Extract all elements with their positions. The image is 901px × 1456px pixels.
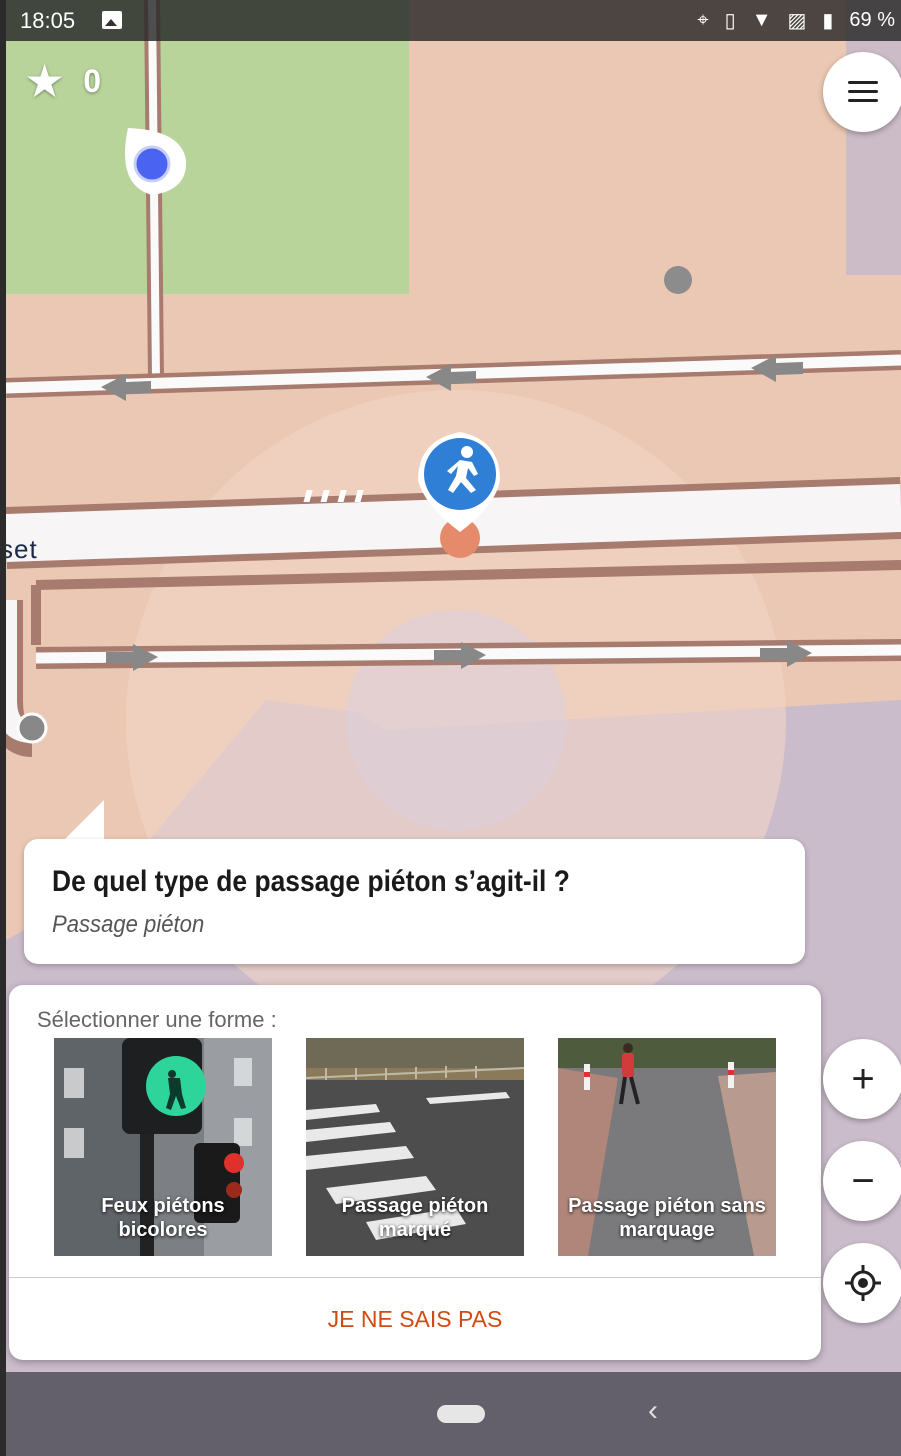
zoom-out-button[interactable]: − — [823, 1141, 901, 1221]
answer-count: 0 — [83, 62, 102, 99]
main-menu-button[interactable] — [823, 52, 901, 132]
option-label: Feux piétons bicolores — [101, 1195, 225, 1241]
building-area — [846, 0, 901, 275]
status-bar: 18:05 ⌖ ▯ ▼ ▨ ▮ 69 % — [6, 0, 901, 41]
option-unmarked-crossing[interactable]: Passage piéton sans marquage — [558, 1038, 776, 1256]
node-marker — [664, 266, 692, 294]
battery-percent: 69 % — [849, 9, 895, 31]
street-name-label: set — [6, 534, 38, 564]
minus-icon: − — [851, 1158, 875, 1203]
app-screen: 18:05 ⌖ ▯ ▼ ▨ ▮ 69 % ★ 0 set De quel typ… — [6, 0, 901, 1456]
home-button[interactable] — [437, 1405, 485, 1423]
quest-question: De quel type de passage piéton s’agit-il… — [52, 865, 570, 898]
battery-icon: ▮ — [822, 10, 834, 32]
clock: 18:05 — [20, 8, 76, 33]
option-label: Passage piéton sans marquage — [568, 1195, 766, 1241]
vibrate-icon: ▯ — [724, 10, 736, 32]
system-navigation-bar: ‹ — [6, 1372, 901, 1456]
node-marker — [16, 712, 48, 744]
option-label: Passage piéton marqué — [341, 1195, 489, 1241]
location-icon: ⌖ — [697, 9, 709, 31]
wifi-icon: ▼ — [751, 9, 772, 31]
star-icon: ★ — [24, 55, 66, 107]
option-traffic-signals[interactable]: Feux piétons bicolores — [54, 1038, 272, 1256]
no-sim-icon: ▨ — [787, 10, 807, 32]
zoom-in-button[interactable]: + — [823, 1039, 901, 1119]
image-notification-icon — [102, 11, 122, 29]
back-icon[interactable]: ‹ — [648, 1394, 658, 1428]
current-location-dot — [133, 145, 171, 183]
dont-know-button[interactable]: JE NE SAIS PAS — [9, 1278, 821, 1360]
answer-panel: Sélectionner une forme : Feux piétons bi… — [9, 985, 821, 1360]
select-shape-label: Sélectionner une forme : — [37, 1007, 277, 1032]
answer-counter[interactable]: ★ 0 — [24, 58, 101, 104]
option-marked-crossing[interactable]: Passage piéton marqué — [306, 1038, 524, 1256]
quest-question-bubble: De quel type de passage piéton s’agit-il… — [24, 839, 805, 964]
crosshair-icon — [845, 1265, 881, 1301]
park-area — [6, 0, 409, 294]
plus-icon: + — [851, 1056, 875, 1101]
my-location-button[interactable] — [823, 1243, 901, 1323]
quest-subtitle: Passage piéton — [52, 911, 205, 938]
speech-bubble-tail — [62, 800, 104, 842]
hamburger-icon — [848, 81, 878, 103]
